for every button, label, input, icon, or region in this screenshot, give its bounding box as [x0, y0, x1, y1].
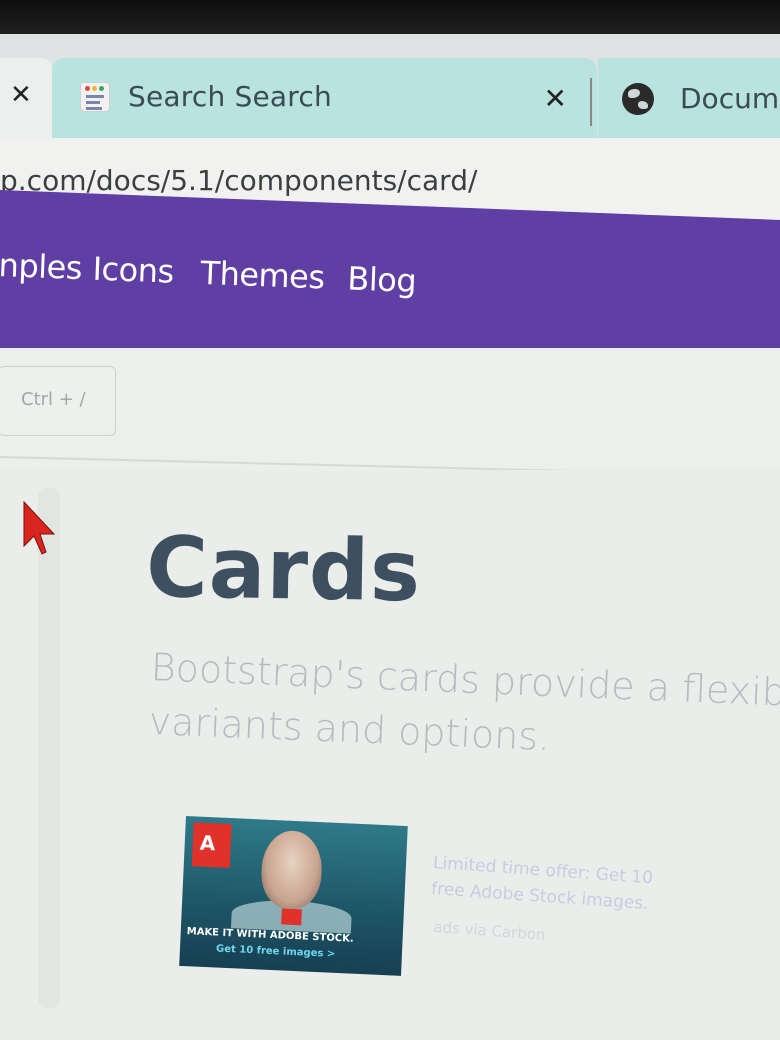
- search-favicon-icon: [80, 82, 110, 112]
- tab-separator: [590, 78, 592, 126]
- tab-previous[interactable]: ✕: [0, 58, 52, 138]
- nav-link-blog[interactable]: Blog: [347, 259, 417, 300]
- mouse-pointer-icon: [23, 500, 56, 555]
- ad-cta: Get 10 free images >: [215, 943, 336, 960]
- shortcut-label: Ctrl + /: [21, 389, 86, 410]
- ad-face: [259, 829, 324, 911]
- tab-active[interactable]: Search Search ✕: [52, 58, 597, 138]
- close-icon[interactable]: ✕: [10, 80, 32, 110]
- tab-strip: ✕ Search Search ✕ Docume: [0, 34, 780, 138]
- globe-icon: [622, 83, 654, 115]
- sidebar-scrollbar[interactable]: [38, 488, 60, 1008]
- nav-link-themes[interactable]: Themes: [200, 254, 325, 297]
- ad-badge: [281, 908, 302, 926]
- close-icon[interactable]: ✕: [544, 82, 567, 115]
- tab-title: Docume: [680, 82, 780, 115]
- docs-search-row: Ctrl + /: [0, 348, 780, 473]
- adobe-logo-icon: A: [191, 822, 232, 869]
- page-title: Cards: [145, 518, 422, 621]
- tab-title: Search Search: [128, 80, 332, 113]
- adobe-logo-text: A: [199, 830, 216, 856]
- carbon-ad-image[interactable]: A MAKE IT WITH ADOBE STOCK. Get 10 free …: [179, 816, 408, 976]
- nav-link-icons[interactable]: Icons: [92, 250, 174, 291]
- tab-next[interactable]: Docume: [598, 58, 780, 138]
- search-shortcut-hint[interactable]: Ctrl + /: [0, 366, 116, 436]
- monitor-bezel: [0, 0, 780, 38]
- nav-link-examples[interactable]: nples: [0, 246, 83, 287]
